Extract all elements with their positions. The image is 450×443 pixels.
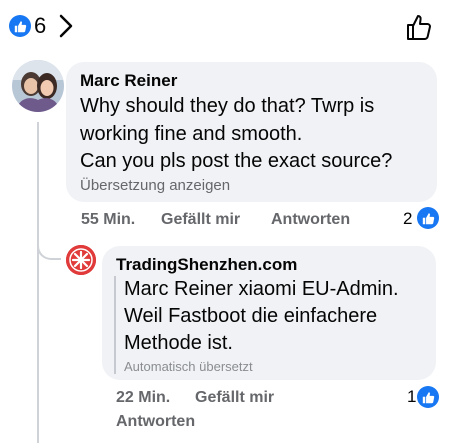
reply-text-line: Weil Fastboot die einfachere bbox=[124, 305, 378, 327]
like-icon[interactable] bbox=[417, 386, 439, 408]
comment-author[interactable]: Marc Reiner bbox=[80, 71, 177, 91]
reply-bubble: TradingShenzhen.com Marc Reiner xiaomi E… bbox=[102, 246, 436, 380]
reply-text-line: Methode ist. bbox=[124, 332, 233, 354]
comment-text-line: working fine and smooth. bbox=[80, 123, 303, 145]
reply-reply-button[interactable]: Antworten bbox=[116, 413, 195, 431]
reply-text-line: Marc Reiner xiaomi EU-Admin. bbox=[124, 278, 399, 300]
auto-translated-note: Automatisch übersetzt bbox=[124, 359, 253, 374]
comment-timestamp[interactable]: 55 Min. bbox=[81, 211, 135, 229]
comment-text-line: Can you pls post the exact source? bbox=[80, 150, 393, 172]
avatar[interactable] bbox=[12, 60, 64, 112]
comment-bubble: Marc Reiner Why should they do that? Twr… bbox=[66, 62, 437, 202]
quote-bar bbox=[114, 276, 116, 374]
like-icon[interactable] bbox=[9, 15, 31, 37]
translate-link[interactable]: Übersetzung anzeigen bbox=[80, 177, 230, 194]
thumbs-up-outline-icon[interactable] bbox=[404, 12, 434, 42]
like-count[interactable]: 6 bbox=[34, 13, 46, 39]
comment-reaction-count[interactable]: 2 bbox=[403, 209, 412, 229]
thread-line bbox=[37, 122, 39, 443]
comment-like-button[interactable]: Gefällt mir bbox=[161, 211, 240, 229]
reply-like-button[interactable]: Gefällt mir bbox=[195, 389, 274, 407]
page-logo-avatar[interactable] bbox=[66, 245, 96, 275]
like-icon[interactable] bbox=[417, 207, 439, 229]
reply-connector-line bbox=[37, 238, 61, 260]
comment-text-line: Why should they do that? Twrp is bbox=[80, 95, 375, 117]
chevron-right-icon[interactable] bbox=[58, 13, 74, 39]
reaction-summary-bar: 6 bbox=[0, 0, 450, 52]
reply-timestamp[interactable]: 22 Min. bbox=[116, 389, 170, 407]
reply-author[interactable]: TradingShenzhen.com bbox=[116, 255, 297, 275]
reply-reaction-count[interactable]: 1 bbox=[407, 387, 416, 407]
comment-reply-button[interactable]: Antworten bbox=[271, 211, 350, 229]
